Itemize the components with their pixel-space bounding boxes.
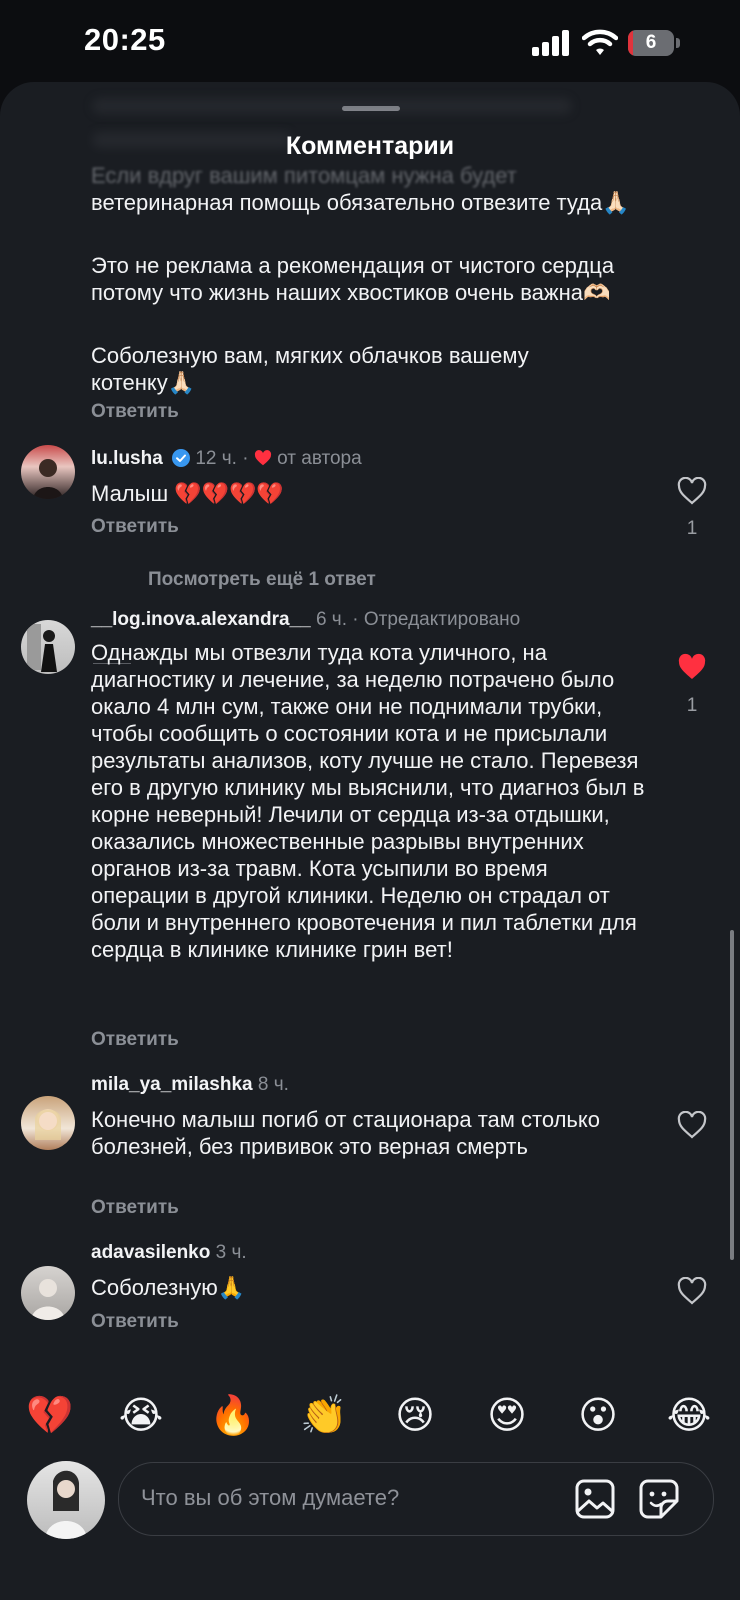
comment-meta: __log.inova.alexandra__ 6 ч. · Отредакти… xyxy=(91,609,521,630)
comment-paragraph: ветеринарная помощь обязательно отвезите… xyxy=(91,190,630,215)
battery-percent: 6 xyxy=(645,32,657,53)
avatar-photo-icon xyxy=(33,459,63,499)
faded-comment-line: Если вдруг вашим питомцам нужна будет xyxy=(91,163,517,188)
comment-text: Конечно малыш погиб от стационара там ст… xyxy=(91,1107,600,1159)
edited-label: Отредактировано xyxy=(363,609,521,630)
username[interactable]: lu.lusha xyxy=(91,448,163,469)
comments-sheet: Комментарии Если вдруг вашим питомцам ну… xyxy=(0,82,740,1600)
comment-input[interactable]: Что вы об этом думаете? xyxy=(118,1462,714,1536)
avatar[interactable] xyxy=(21,1096,75,1150)
comment-meta: adavasilenko 3 ч. xyxy=(91,1242,247,1264)
reaction-surprised[interactable]: 😮 xyxy=(570,1388,626,1444)
avatar-photo-icon xyxy=(45,1470,87,1539)
comment-time: 3 ч. xyxy=(215,1242,247,1263)
comment-time: 6 ч. xyxy=(315,609,347,630)
reaction-heart-eyes[interactable]: 😍 xyxy=(479,1388,535,1444)
view-more-replies[interactable]: Посмотреть ещё 1 ответ xyxy=(148,569,376,591)
avatar[interactable] xyxy=(21,620,75,674)
comment-text: Соболезную🙏 xyxy=(91,1275,246,1300)
user-avatar[interactable] xyxy=(27,1461,105,1539)
reaction-broken-heart[interactable]: 💔 xyxy=(22,1388,78,1444)
sheet-title: Комментарии xyxy=(285,132,455,160)
reply-button[interactable]: Ответить xyxy=(91,1029,179,1051)
status-time: 20:25 xyxy=(84,22,166,57)
like-count: 1 xyxy=(686,695,698,716)
reaction-laughing[interactable]: 😂 xyxy=(661,1388,717,1444)
reaction-fire[interactable]: 🔥 xyxy=(205,1388,261,1444)
like-heart-icon[interactable] xyxy=(677,1111,707,1139)
avatar-photo-icon xyxy=(27,624,57,672)
avatar[interactable] xyxy=(21,445,75,499)
quick-reactions-bar: 💔 😭 🔥 👏 😢 😍 😮 😂 xyxy=(0,1388,740,1444)
username[interactable]: __log.inova.alexandra__ xyxy=(91,609,311,630)
verified-badge-icon xyxy=(172,449,191,467)
like-heart-filled-icon[interactable] xyxy=(677,653,707,681)
avatar[interactable] xyxy=(21,1266,75,1320)
reply-button[interactable]: Ответить xyxy=(91,1197,179,1219)
comment-paragraph: Соболезную вам, мягких облачков вашему к… xyxy=(91,343,529,395)
cellular-signal-icon xyxy=(532,30,569,56)
comment-text: Однажды мы отвезли туда кота уличного, н… xyxy=(91,640,645,962)
reply-button[interactable]: Ответить xyxy=(91,1311,179,1333)
avatar-photo-icon xyxy=(35,1109,61,1140)
reaction-loudly-crying[interactable]: 😭 xyxy=(113,1388,169,1444)
status-bar: 20:25 6 xyxy=(0,0,740,80)
sticker-icon[interactable] xyxy=(637,1477,681,1521)
image-icon[interactable] xyxy=(573,1477,617,1521)
username[interactable]: adavasilenko xyxy=(91,1242,210,1263)
heart-filled-icon xyxy=(254,450,271,466)
reply-button[interactable]: Ответить xyxy=(91,401,179,423)
reply-button[interactable]: Ответить xyxy=(91,516,179,538)
comment-input-placeholder: Что вы об этом думаете? xyxy=(141,1485,400,1510)
comment-meta: lu.lusha 12 ч. · от автора xyxy=(91,448,362,469)
username[interactable]: mila_ya_milashka xyxy=(91,1074,253,1095)
battery-indicator: 6 xyxy=(628,30,682,56)
like-heart-icon[interactable] xyxy=(677,477,707,505)
avatar-photo-icon xyxy=(31,1279,65,1320)
reaction-crying[interactable]: 😢 xyxy=(387,1388,443,1444)
comment-time: 8 ч. xyxy=(257,1074,289,1095)
wifi-icon xyxy=(582,29,618,55)
comment-paragraph: Это не реклама а рекомендация от чистого… xyxy=(91,253,615,305)
blurred-text-line xyxy=(92,98,572,114)
comment-text: Малыш 💔💔💔💔 xyxy=(91,481,284,506)
reaction-clapping[interactable]: 👏 xyxy=(296,1388,352,1444)
author-badge: от автора xyxy=(277,448,362,469)
comment-meta: mila_ya_milashka 8 ч. xyxy=(91,1074,289,1096)
comment-time: 12 ч. xyxy=(195,448,237,469)
scrollbar[interactable] xyxy=(730,930,734,1260)
like-heart-icon[interactable] xyxy=(677,1277,707,1305)
like-count: 1 xyxy=(686,518,698,539)
